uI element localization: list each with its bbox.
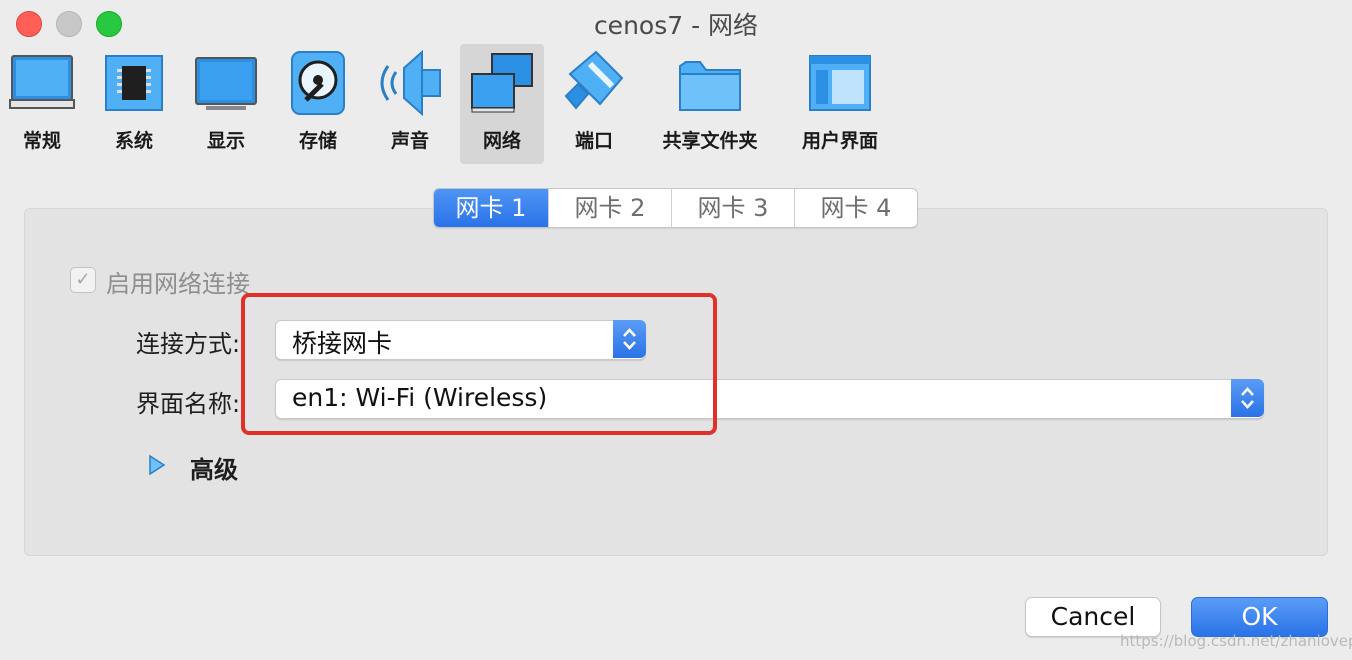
- toolbar-item-shared-folders[interactable]: 共享文件夹: [656, 44, 764, 164]
- select-stepper-icon: [1231, 379, 1264, 417]
- cancel-button[interactable]: Cancel: [1025, 597, 1161, 637]
- interface-name-label: 界面名称:: [136, 390, 241, 418]
- tab-adapter-1[interactable]: 网卡 1: [434, 189, 548, 227]
- toolbar-item-display[interactable]: 显示: [184, 44, 268, 164]
- toolbar-label: 用户界面: [801, 130, 878, 152]
- toolbar-label: 共享文件夹: [662, 130, 758, 152]
- tab-adapter-3[interactable]: 网卡 3: [671, 189, 794, 227]
- window-title: cenos7 - 网络: [593, 11, 759, 40]
- toolbar-label: 系统: [114, 130, 153, 152]
- checkmark-icon: ✓: [75, 269, 91, 290]
- ports-connector-icon: [564, 50, 624, 110]
- toolbar-item-network[interactable]: 网络: [460, 44, 544, 164]
- settings-toolbar: 常规 系统 显示 存储 声音 网络 端口 共享文件夹 用户界面: [0, 44, 1352, 164]
- toolbar-item-storage[interactable]: 存储: [276, 44, 360, 164]
- tab-adapter-2[interactable]: 网卡 2: [548, 189, 671, 227]
- toolbar-label: 常规: [22, 130, 61, 152]
- enable-network-checkbox[interactable]: ✓: [70, 267, 96, 293]
- toolbar-label: 存储: [298, 130, 337, 152]
- watermark: https://blog.csdn.net/zhanlovepei: [1120, 632, 1352, 650]
- shared-folder-icon: [679, 61, 741, 111]
- user-interface-icon: [809, 55, 871, 111]
- toolbar-label: 声音: [390, 130, 429, 152]
- adapter-tabs: 网卡 1 网卡 2 网卡 3 网卡 4: [433, 188, 918, 228]
- advanced-label[interactable]: 高级: [190, 450, 238, 485]
- storage-disk-icon: [291, 51, 345, 115]
- toolbar-item-general[interactable]: 常规: [0, 44, 84, 164]
- toolbar-label: 端口: [574, 130, 613, 152]
- attached-to-label: 连接方式:: [136, 330, 241, 358]
- audio-speaker-icon: [380, 50, 441, 116]
- toolbar-label: 显示: [206, 130, 245, 152]
- display-monitor-icon: [195, 57, 257, 110]
- general-monitor-icon: [9, 55, 75, 109]
- toolbar-item-ports[interactable]: 端口: [552, 44, 636, 164]
- system-chip-icon: [105, 55, 163, 111]
- network-icon: [471, 53, 533, 113]
- ok-button[interactable]: OK: [1191, 597, 1328, 637]
- annotation-highlight-box: [241, 293, 717, 435]
- toolbar-item-audio[interactable]: 声音: [368, 44, 452, 164]
- tab-adapter-4[interactable]: 网卡 4: [794, 189, 917, 227]
- toolbar-item-system[interactable]: 系统: [92, 44, 176, 164]
- disclosure-triangle-icon[interactable]: [148, 454, 166, 476]
- enable-network-label: 启用网络连接: [106, 270, 250, 298]
- title-bar: cenos7 - 网络: [0, 0, 1352, 44]
- toolbar-label: 网络: [482, 130, 521, 152]
- toolbar-item-user-interface[interactable]: 用户界面: [792, 44, 888, 164]
